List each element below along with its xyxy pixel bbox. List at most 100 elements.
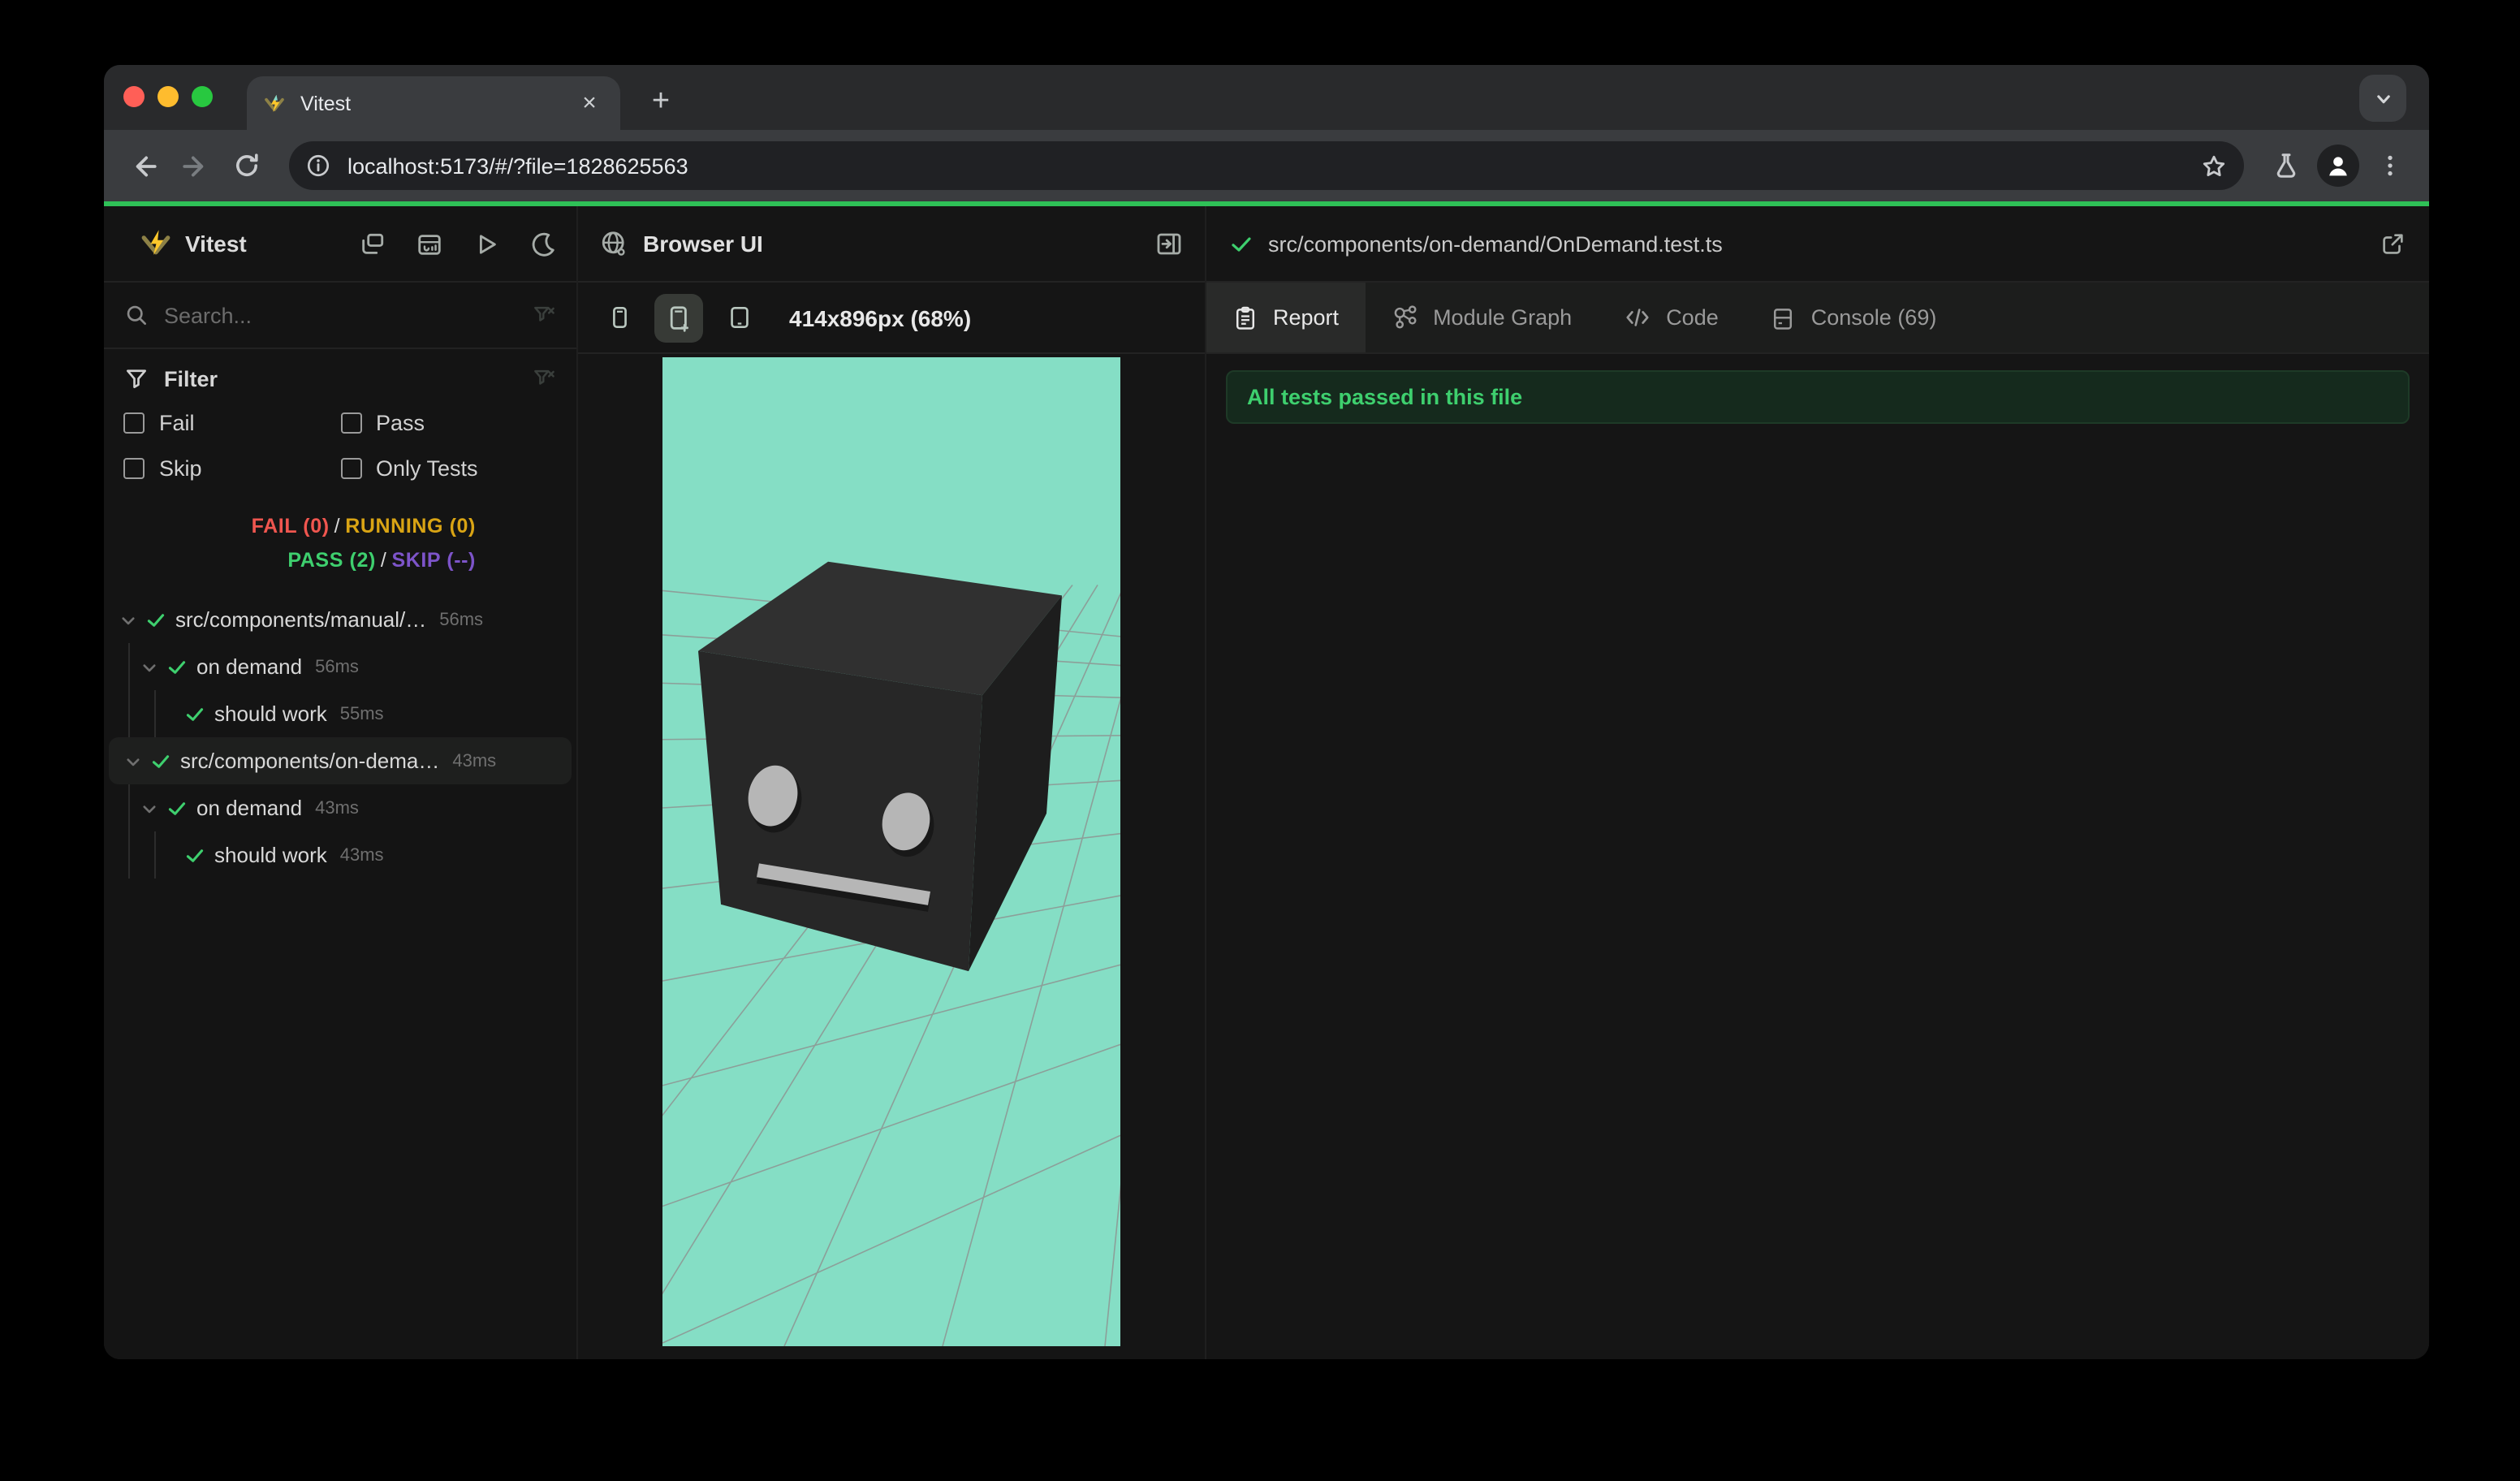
device-mobile-plus-button[interactable]: [654, 293, 703, 342]
test-suite-row[interactable]: on demand 43ms: [104, 784, 576, 831]
profile-avatar[interactable]: [2315, 143, 2361, 188]
reload-button[interactable]: [224, 143, 270, 188]
chevron-down-icon[interactable]: [117, 608, 140, 631]
tab-title: Vitest: [300, 92, 352, 114]
address-bar[interactable]: localhost:5173/#/?file=1828625563: [289, 141, 2244, 190]
summary-line-2: PASS (2) / SKIP (--): [104, 544, 476, 578]
close-window-button[interactable]: [123, 86, 145, 107]
chevron-down-icon[interactable]: [122, 749, 145, 772]
filter-checkbox-only-tests[interactable]: Only Tests: [340, 456, 557, 481]
tab-label: Console (69): [1810, 305, 1937, 330]
browser-ui-panel: Browser UI 414x896px (68%): [578, 206, 1206, 1359]
pass-count: PASS (2): [287, 549, 376, 572]
test-duration: 56ms: [439, 610, 484, 629]
window-controls[interactable]: [123, 86, 213, 107]
tab-code[interactable]: Code: [1598, 283, 1745, 352]
test-name: src/components/manual/…: [175, 607, 427, 632]
test-name: src/components/on-dema…: [180, 749, 440, 773]
back-button[interactable]: [120, 143, 166, 188]
report-tabs: Report Module Graph Code Console (69): [1206, 283, 2429, 354]
console-icon: [1771, 304, 1797, 330]
checkbox[interactable]: [123, 412, 145, 434]
new-tab-button[interactable]: +: [640, 81, 682, 123]
browser-menu-icon[interactable]: [2367, 143, 2413, 188]
separator: /: [334, 515, 341, 538]
run-all-tests-icon[interactable]: [472, 230, 500, 257]
minimize-window-button[interactable]: [158, 86, 179, 107]
chevron-down-icon[interactable]: [138, 655, 161, 678]
filter-checkbox-fail[interactable]: Fail: [123, 411, 340, 435]
browser-preview-area: [578, 354, 1205, 1359]
vitest-favicon: [263, 92, 286, 114]
clear-filter-icon[interactable]: [531, 365, 557, 391]
zoom-window-button[interactable]: [192, 86, 213, 107]
browser-tab[interactable]: Vitest ×: [247, 76, 620, 130]
checkbox-label: Fail: [159, 411, 195, 435]
test-suite-row[interactable]: on demand 56ms: [104, 643, 576, 690]
clear-search-filter-icon[interactable]: [531, 302, 557, 328]
search-row[interactable]: Search...: [104, 283, 576, 349]
search-input[interactable]: Search...: [164, 303, 516, 327]
banner-text: All tests passed in this file: [1247, 385, 1523, 409]
globe-icon: [599, 229, 628, 258]
pass-check-icon: [149, 749, 172, 772]
site-info-icon[interactable]: [299, 146, 338, 185]
dark-mode-moon-icon[interactable]: [529, 230, 557, 257]
report-content: All tests passed in this file: [1206, 354, 2429, 1359]
sidebar: Vitest Search... Filter Fail Pass Skip O…: [104, 206, 578, 1359]
test-case-row[interactable]: should work 55ms: [104, 690, 576, 737]
test-case-row[interactable]: should work 43ms: [104, 831, 576, 879]
bookmark-star-icon[interactable]: [2192, 145, 2234, 187]
tab-strip: Vitest × +: [104, 65, 2429, 130]
device-tablet-button[interactable]: [714, 293, 763, 342]
test-tree: src/components/manual/… 56ms on demand 5…: [104, 588, 576, 1359]
pass-check-icon: [1229, 231, 1254, 256]
code-icon: [1624, 304, 1651, 331]
chevron-down-icon[interactable]: [138, 797, 161, 819]
browser-toolbar: localhost:5173/#/?file=1828625563: [104, 130, 2429, 201]
filter-section: Filter Fail Pass Skip Only Tests: [104, 349, 576, 500]
summary-line-1: FAIL (0) / RUNNING (0): [104, 510, 476, 544]
tested-app-viewport[interactable]: [662, 357, 1120, 1346]
browser-ui-title: Browser UI: [643, 231, 763, 257]
tab-close-icon[interactable]: ×: [575, 89, 604, 118]
pass-check-icon: [183, 702, 206, 725]
all-tests-passed-banner: All tests passed in this file: [1226, 370, 2410, 424]
collapse-panels-icon[interactable]: [359, 230, 386, 257]
filter-checkbox-skip[interactable]: Skip: [123, 456, 340, 481]
browser-ui-header: Browser UI: [578, 206, 1205, 283]
tab-search-button[interactable]: [2359, 75, 2406, 122]
test-duration: 43ms: [315, 798, 359, 818]
open-external-icon[interactable]: [2379, 230, 2406, 257]
separator: /: [380, 549, 387, 572]
forward-button[interactable]: [172, 143, 218, 188]
tab-report[interactable]: Report: [1206, 283, 1366, 352]
pass-check-icon: [145, 608, 167, 631]
filter-checkbox-pass[interactable]: Pass: [340, 411, 557, 435]
tab-label: Report: [1273, 305, 1340, 330]
test-file-row[interactable]: src/components/manual/… 56ms: [104, 596, 576, 643]
experiments-flask-icon[interactable]: [2263, 143, 2309, 188]
open-panel-right-icon[interactable]: [1154, 229, 1184, 258]
dashboard-icon[interactable]: [416, 230, 443, 257]
chevron-down-icon: [2371, 87, 2394, 110]
checkbox[interactable]: [123, 458, 145, 479]
url-text[interactable]: localhost:5173/#/?file=1828625563: [347, 153, 2192, 178]
checkbox[interactable]: [340, 458, 361, 479]
pass-check-icon: [183, 844, 206, 866]
skip-count: SKIP (--): [391, 549, 476, 572]
avatar: [2317, 145, 2359, 187]
tab-module-graph[interactable]: Module Graph: [1365, 283, 1598, 352]
sidebar-header: Vitest: [104, 206, 576, 283]
app-title: Vitest: [185, 231, 247, 257]
checkbox-label: Only Tests: [376, 456, 478, 481]
test-name: should work: [214, 702, 327, 726]
test-file-row-selected[interactable]: src/components/on-dema… 43ms: [109, 737, 572, 784]
running-count: RUNNING (0): [345, 515, 476, 538]
pass-check-icon: [166, 655, 188, 678]
tab-console[interactable]: Console (69): [1745, 283, 1963, 352]
tab-label: Module Graph: [1433, 305, 1573, 330]
device-mobile-small-button[interactable]: [594, 293, 643, 342]
device-toolbar: 414x896px (68%): [578, 283, 1205, 354]
checkbox[interactable]: [340, 412, 361, 434]
